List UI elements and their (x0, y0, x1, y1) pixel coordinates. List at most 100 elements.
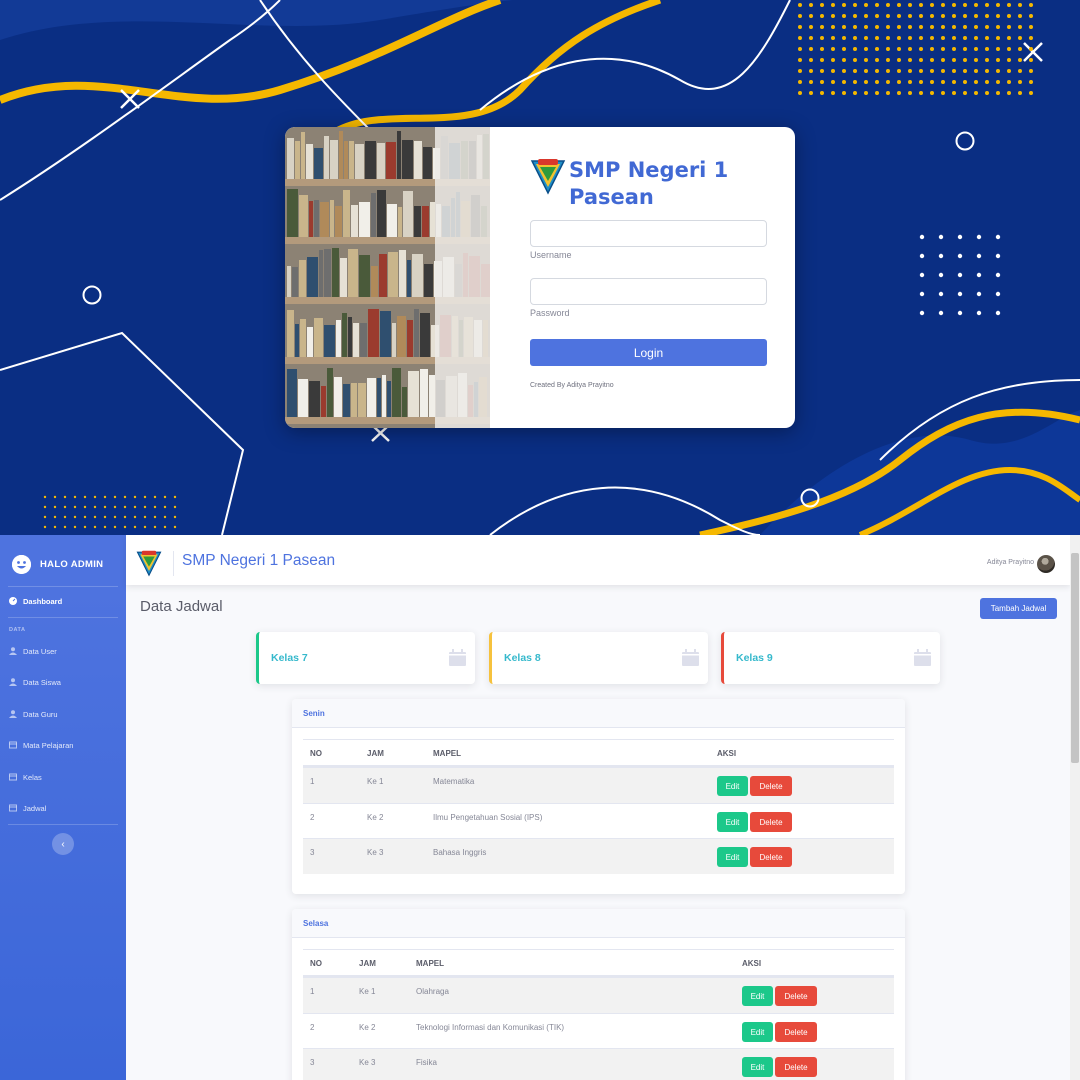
table-header: NO JAM MAPEL AKSI (303, 949, 894, 977)
kelas-card-9[interactable]: Kelas 9 (721, 632, 940, 684)
cell-no: 2 (310, 813, 315, 822)
column-header-mapel: MAPEL (416, 959, 444, 968)
column-header-jam: JAM (367, 749, 384, 758)
table-header: NO JAM MAPEL AKSI (303, 739, 894, 767)
table-row: 2 Ke 2 Ilmu Pengetahuan Sosial (IPS) Edi… (303, 803, 894, 839)
calendar-icon (449, 649, 466, 666)
table-icon (9, 804, 17, 812)
cell-mapel: Fisika (416, 1058, 437, 1067)
column-header-aksi: AKSI (717, 749, 737, 758)
login-screen: SMP Negeri 1 Pasean Username Password Lo… (0, 0, 1080, 535)
delete-button[interactable]: Delete (750, 812, 792, 832)
edit-button[interactable]: Edit (742, 1022, 773, 1042)
edit-button[interactable]: Edit (742, 1057, 773, 1077)
cell-jam: Ke 2 (359, 1023, 376, 1032)
sidebar-item-label: Dashboard (23, 596, 63, 606)
cell-jam: Ke 2 (367, 813, 384, 822)
user-name[interactable]: Aditya Prayitno (987, 559, 1034, 566)
cell-jam: Ke 1 (367, 777, 384, 786)
cell-mapel: Ilmu Pengetahuan Sosial (IPS) (433, 813, 543, 822)
table-row: 3 Ke 3 Fisika Edit Delete (303, 1048, 894, 1080)
sidebar-divider (8, 586, 118, 587)
sidebar-item-label: Data Guru (23, 709, 58, 719)
cell-mapel: Teknologi Informasi dan Komunikasi (TIK) (416, 1023, 565, 1032)
sidebar-item-label: Jadwal (23, 803, 47, 813)
school-name: SMP Negeri 1 Pasean (569, 158, 729, 209)
cell-no: 3 (310, 848, 315, 857)
sidebar-divider (8, 824, 118, 825)
cell-no: 1 (310, 987, 315, 996)
bookshelf-photo (285, 127, 490, 428)
cell-no: 1 (310, 777, 315, 786)
column-header-no: NO (310, 959, 322, 968)
admin-dashboard: HALO ADMIN Dashboard DATA Data User Data… (0, 535, 1080, 1080)
table-icon (9, 741, 17, 749)
kelas-card-7[interactable]: Kelas 7 (256, 632, 475, 684)
sidebar-item-mata-pelajaran[interactable]: Mata Pelajaran (9, 738, 73, 752)
scrollbar-thumb[interactable] (1071, 553, 1079, 763)
edit-button[interactable]: Edit (717, 812, 748, 832)
school-header: SMP Negeri 1 Pasean (530, 157, 739, 211)
credit-text: Created By Aditya Prayitno (530, 382, 614, 389)
avatar[interactable] (1037, 555, 1055, 573)
tachometer-icon (9, 597, 17, 605)
column-header-mapel: MAPEL (433, 749, 461, 758)
sidebar-heading: DATA (9, 627, 26, 633)
login-button[interactable]: Login (530, 339, 767, 366)
edit-button[interactable]: Edit (717, 776, 748, 796)
kelas-label: Kelas 9 (736, 652, 773, 664)
edit-button[interactable]: Edit (717, 847, 748, 867)
table-row: 1 Ke 1 Matematika Edit Delete (303, 767, 894, 803)
cell-jam: Ke 1 (359, 987, 376, 996)
delete-button[interactable]: Delete (750, 847, 792, 867)
edit-button[interactable]: Edit (742, 986, 773, 1006)
sidebar-item-data-siswa[interactable]: Data Siswa (9, 675, 61, 689)
delete-button[interactable]: Delete (775, 1022, 817, 1042)
topbar: SMP Negeri 1 Pasean Aditya Prayitno (126, 535, 1070, 585)
delete-button[interactable]: Delete (775, 986, 817, 1006)
kelas-card-8[interactable]: Kelas 8 (489, 632, 708, 684)
delete-button[interactable]: Delete (775, 1057, 817, 1077)
login-card: SMP Negeri 1 Pasean Username Password Lo… (285, 127, 795, 428)
card-header: Selasa (292, 909, 905, 938)
user-icon (9, 710, 17, 718)
card-header: Senin (292, 699, 905, 728)
delete-button[interactable]: Delete (750, 776, 792, 796)
school-logo-icon (136, 550, 162, 577)
sidebar-item-jadwal[interactable]: Jadwal (9, 801, 46, 815)
sidebar-item-data-user[interactable]: Data User (9, 644, 57, 658)
user-icon (9, 647, 17, 655)
page-title: Data Jadwal (140, 598, 223, 615)
sidebar-item-dashboard[interactable]: Dashboard (9, 594, 62, 608)
cell-mapel: Olahraga (416, 987, 449, 996)
sidebar-item-label: Kelas (23, 772, 42, 782)
schedule-card-senin: Senin NO JAM MAPEL AKSI 1 Ke 1 Matematik… (292, 699, 905, 894)
table-row: 2 Ke 2 Teknologi Informasi dan Komunikas… (303, 1013, 894, 1049)
cell-jam: Ke 3 (359, 1058, 376, 1067)
sidebar-item-data-guru[interactable]: Data Guru (9, 707, 58, 721)
cell-mapel: Bahasa Inggris (433, 848, 487, 857)
username-label: Username (530, 250, 572, 260)
password-input[interactable] (530, 278, 767, 305)
sidebar-brand[interactable]: HALO ADMIN (0, 550, 126, 578)
sidebar-toggle-button[interactable]: ‹ (52, 833, 74, 855)
column-header-jam: JAM (359, 959, 376, 968)
table-icon (9, 773, 17, 781)
day-title: Senin (303, 709, 325, 718)
column-header-no: NO (310, 749, 322, 758)
school-logo-icon (530, 159, 566, 195)
login-form: SMP Negeri 1 Pasean Username Password Lo… (530, 127, 770, 428)
sidebar-item-label: Data User (23, 646, 57, 656)
kelas-label: Kelas 7 (271, 652, 308, 664)
sidebar-item-label: Mata Pelajaran (23, 740, 74, 750)
add-schedule-button[interactable]: Tambah Jadwal (980, 598, 1057, 619)
sidebar-item-kelas[interactable]: Kelas (9, 770, 42, 784)
table-row: 1 Ke 1 Olahraga Edit Delete (303, 977, 894, 1013)
calendar-icon (682, 649, 699, 666)
scrollbar[interactable] (1070, 535, 1080, 1080)
sidebar-divider (8, 617, 118, 618)
laugh-icon (12, 554, 31, 574)
sidebar: HALO ADMIN Dashboard DATA Data User Data… (0, 535, 126, 1080)
cell-jam: Ke 3 (367, 848, 384, 857)
username-input[interactable] (530, 220, 767, 247)
